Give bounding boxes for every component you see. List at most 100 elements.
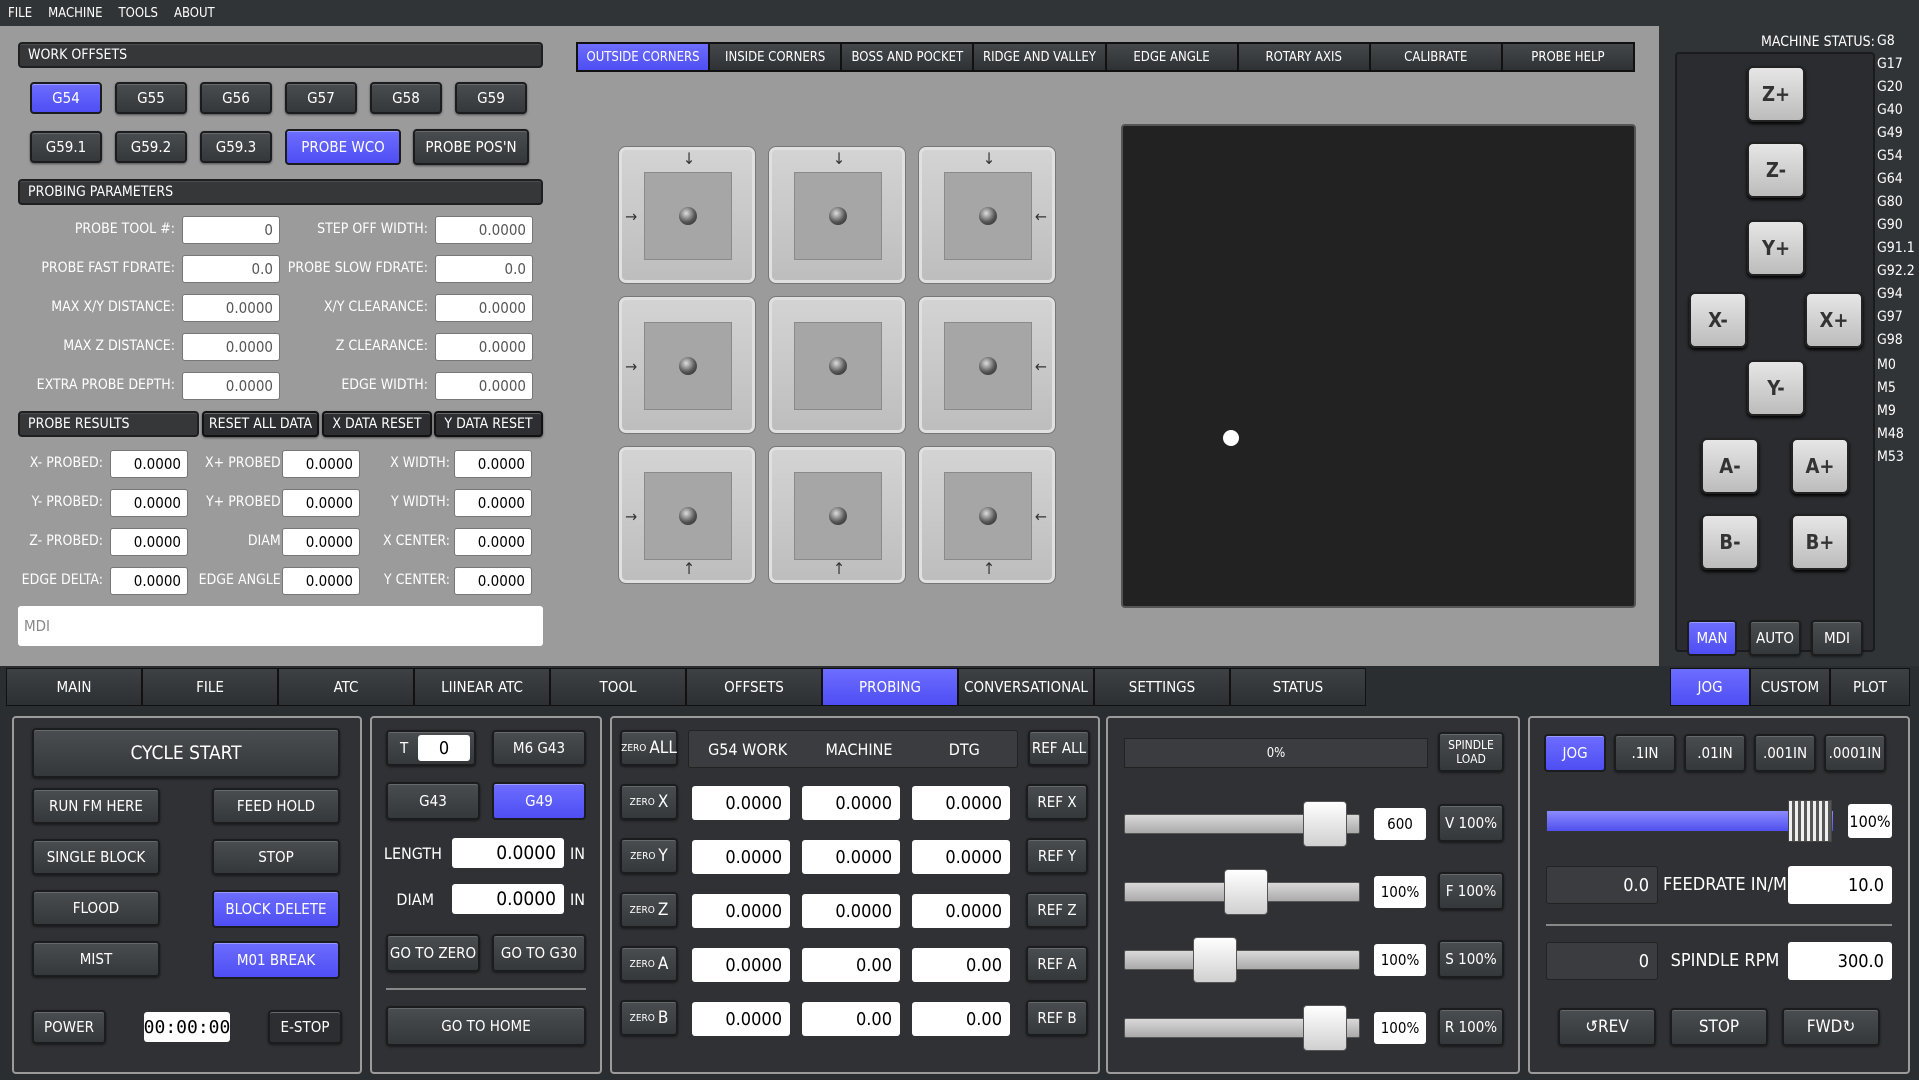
probe-tab-edge-angle[interactable]: EDGE ANGLE [1105, 43, 1238, 71]
menu-machine[interactable]: MACHINE [46, 6, 104, 21]
probe-param-field[interactable]: 0.0000 [435, 294, 533, 322]
probe-diagram-cell[interactable] [768, 296, 906, 434]
g43-button[interactable]: G43 [386, 782, 480, 820]
menu-about[interactable]: ABOUT [172, 6, 217, 21]
probe-param-field[interactable]: 0.0000 [182, 294, 280, 322]
right-tab-plot[interactable]: PLOT [1830, 668, 1910, 706]
g59-2-button[interactable]: G59.2 [115, 131, 187, 163]
probe-posn-button[interactable]: PROBE POS'N [413, 129, 529, 165]
main-tab-offsets[interactable]: OFFSETS [686, 668, 822, 706]
jog-a-plus-button[interactable]: A+ [1791, 438, 1849, 494]
probe-param-field[interactable]: 0.0 [435, 255, 533, 283]
probe-param-field[interactable]: 0.0000 [182, 333, 280, 361]
jog-b-plus-button[interactable]: B+ [1791, 514, 1849, 570]
probe-diagram-cell[interactable]: → [618, 296, 756, 434]
single-block-button[interactable]: SINGLE BLOCK [32, 839, 160, 875]
main-tab-conversational[interactable]: CONVERSATIONAL [958, 668, 1094, 706]
jog-increment-button[interactable]: .01IN [1684, 734, 1746, 772]
g54-button[interactable]: G54 [30, 82, 102, 114]
jog-rate-knob[interactable] [1788, 800, 1832, 842]
jog-z-minus-button[interactable]: Z- [1747, 142, 1805, 198]
probe-diagram-cell[interactable]: → ↑ [618, 446, 756, 584]
cycle-start-button[interactable]: CYCLE START [32, 728, 340, 778]
zero-y-button[interactable]: ZERO Y [620, 838, 678, 874]
jog-y-minus-button[interactable]: Y- [1747, 360, 1805, 416]
stop-button[interactable]: STOP [212, 839, 340, 875]
tool-number-input[interactable]: 0 [418, 735, 470, 761]
probe-tab-inside-corners[interactable]: INSIDE CORNERS [709, 43, 842, 71]
override-reset-button[interactable]: V 100% [1438, 804, 1504, 842]
probe-diagram-cell[interactable]: ← [918, 296, 1056, 434]
g59-1-button[interactable]: G59.1 [30, 131, 102, 163]
mist-button[interactable]: MIST [32, 941, 160, 977]
override-slider-knob[interactable] [1302, 1005, 1347, 1051]
probe-tab-calibrate[interactable]: CALIBRATE [1369, 43, 1502, 71]
override-slider-knob[interactable] [1193, 937, 1238, 983]
y-data-reset-button[interactable]: Y DATA RESET [434, 411, 543, 437]
menu-tools[interactable]: TOOLS [117, 6, 161, 21]
power-button[interactable]: POWER [32, 1010, 106, 1044]
override-slider-knob[interactable] [1302, 801, 1347, 847]
probe-tab-outside-corners[interactable]: OUTSIDE CORNERS [577, 43, 710, 71]
override-reset-button[interactable]: S 100% [1438, 940, 1504, 978]
jog-x-plus-button[interactable]: X+ [1805, 292, 1863, 348]
probe-param-field[interactable]: 0.0000 [435, 372, 533, 400]
zero-all-button[interactable]: ZERO ALL [620, 730, 678, 766]
probe-param-field[interactable]: 0 [182, 216, 280, 244]
ref-x-button[interactable]: REF X [1026, 784, 1088, 820]
ref-z-button[interactable]: REF Z [1026, 892, 1088, 928]
probe-tab-rotary-axis[interactable]: ROTARY AXIS [1237, 43, 1370, 71]
g55-button[interactable]: G55 [115, 82, 187, 114]
right-tab-jog[interactable]: JOG [1670, 668, 1750, 706]
jog-increment-button[interactable]: JOG [1544, 734, 1606, 772]
probe-tab-boss-and-pocket[interactable]: BOSS AND POCKET [841, 43, 974, 71]
jog-a-minus-button[interactable]: A- [1701, 438, 1759, 494]
jog-x-minus-button[interactable]: X- [1689, 292, 1747, 348]
main-tab-atc[interactable]: ATC [278, 668, 414, 706]
feedrate-input[interactable]: 10.0 [1788, 866, 1892, 904]
mode-mdi-button[interactable]: MDI [1811, 620, 1863, 656]
override-reset-button[interactable]: R 100% [1438, 1008, 1504, 1046]
mode-man-button[interactable]: MAN [1687, 620, 1737, 656]
ref-a-button[interactable]: REF A [1026, 946, 1088, 982]
probe-param-field[interactable]: 0.0000 [435, 333, 533, 361]
override-slider-knob[interactable] [1223, 869, 1268, 915]
probe-diagram-cell[interactable]: ← ↑ [918, 446, 1056, 584]
jog-z-plus-button[interactable]: Z+ [1747, 66, 1805, 122]
zero-b-button[interactable]: ZERO B [620, 1000, 678, 1036]
probe-diagram-cell[interactable]: ↑ [768, 446, 906, 584]
zero-a-button[interactable]: ZERO A [620, 946, 678, 982]
spindle-stop-button[interactable]: STOP [1670, 1008, 1768, 1046]
override-slider-track[interactable] [1124, 950, 1360, 970]
estop-button[interactable]: E-STOP [268, 1010, 342, 1044]
main-tab-main[interactable]: MAIN [6, 668, 142, 706]
probe-param-field[interactable]: 0.0000 [435, 216, 533, 244]
main-tab-file[interactable]: FILE [142, 668, 278, 706]
probe-param-field[interactable]: 0.0000 [182, 372, 280, 400]
mdi-input[interactable]: MDI [18, 606, 543, 646]
go-to-g30-button[interactable]: GO TO G30 [492, 934, 586, 972]
menu-file[interactable]: FILE [6, 6, 34, 21]
reset-all-data-button[interactable]: RESET ALL DATA [202, 411, 319, 437]
run-from-here-button[interactable]: RUN FM HERE [32, 788, 160, 824]
probe-diagram-cell[interactable]: ↓ [768, 146, 906, 284]
jog-increment-button[interactable]: .1IN [1614, 734, 1676, 772]
main-tab-probing[interactable]: PROBING [822, 668, 958, 706]
x-data-reset-button[interactable]: X DATA RESET [322, 411, 432, 437]
g57-button[interactable]: G57 [285, 82, 357, 114]
spindle-rev-button[interactable]: ↺ REV [1558, 1008, 1656, 1046]
ref-all-button[interactable]: REF ALL [1028, 730, 1090, 766]
go-to-zero-button[interactable]: GO TO ZERO [386, 934, 480, 972]
feed-hold-button[interactable]: FEED HOLD [212, 788, 340, 824]
main-tab-settings[interactable]: SETTINGS [1094, 668, 1230, 706]
g59-button[interactable]: G59 [455, 82, 527, 114]
main-tab-status[interactable]: STATUS [1230, 668, 1366, 706]
zero-x-button[interactable]: ZERO X [620, 784, 678, 820]
probe-tab-ridge-and-valley[interactable]: RIDGE AND VALLEY [973, 43, 1106, 71]
g59-3-button[interactable]: G59.3 [200, 131, 272, 163]
m01-break-button[interactable]: M01 BREAK [212, 941, 340, 979]
spindle-rpm-input[interactable]: 300.0 [1788, 942, 1892, 980]
main-tab-tool[interactable]: TOOL [550, 668, 686, 706]
mode-auto-button[interactable]: AUTO [1749, 620, 1801, 656]
probe-diagram-cell[interactable]: ↓ ← [918, 146, 1056, 284]
